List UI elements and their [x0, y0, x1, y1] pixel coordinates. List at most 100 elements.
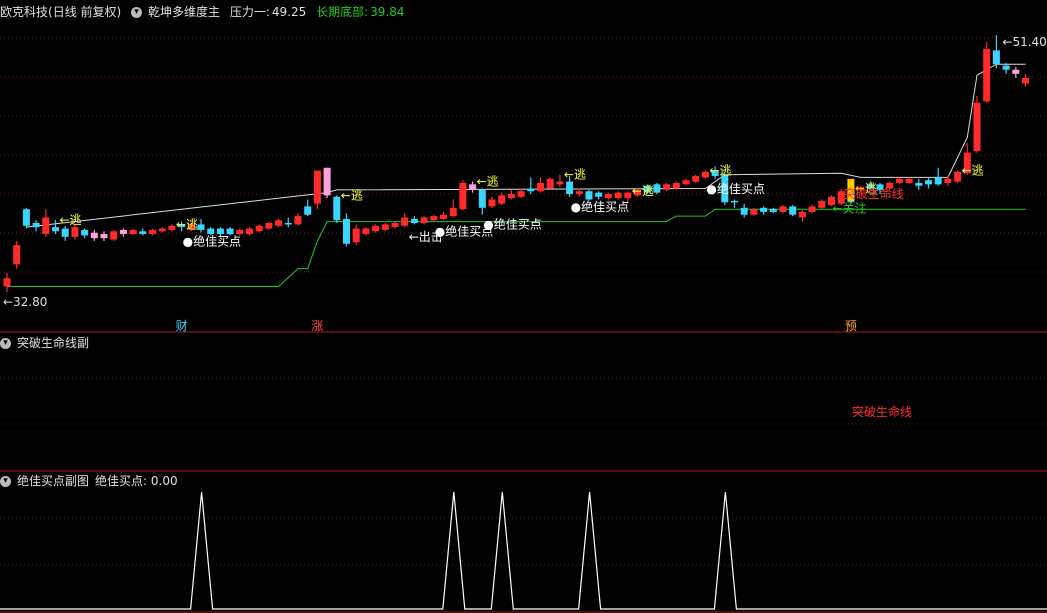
candle-body: [52, 227, 59, 232]
candle-body: [304, 206, 312, 215]
candle-body: [905, 178, 913, 183]
candle-body: [226, 228, 234, 235]
candle-body: [556, 181, 564, 185]
candle-body: [71, 227, 79, 237]
event-badge: 预: [845, 319, 857, 333]
candle-body: [769, 209, 777, 212]
candle-body: [585, 191, 593, 200]
candle-body: [401, 217, 409, 226]
pressure-value: 49.25: [271, 5, 307, 19]
candle-body: [420, 217, 428, 223]
sub2-title[interactable]: 绝佳买点副图: [17, 474, 89, 488]
sub1-signal-label: 突破生命线: [852, 404, 912, 419]
candle-body: [469, 184, 477, 190]
candle-body: [527, 188, 535, 192]
candle-body: [779, 206, 787, 212]
candle-body: [158, 228, 166, 232]
candle-body: [381, 224, 389, 230]
candle-body: [61, 228, 69, 237]
sub2-value: 绝佳买点: 0.00: [95, 474, 178, 488]
candle-body: [265, 223, 273, 229]
attention-marker: ←关注: [833, 200, 867, 215]
candle-body: [362, 228, 370, 235]
candle-body: [731, 200, 738, 203]
escape-marker: ←逃: [709, 164, 731, 178]
candle-body: [391, 223, 399, 228]
indicator-name[interactable]: 乾坤多维度主: [148, 5, 220, 19]
candle-body: [313, 170, 321, 204]
event-badge: 涨: [311, 318, 323, 333]
candle-body: [740, 207, 748, 215]
candle-body: [255, 225, 263, 232]
candle-body: [100, 234, 108, 239]
bottom-value: 39.84: [370, 5, 405, 19]
candle-body: [944, 178, 952, 183]
candle-body: [973, 102, 981, 152]
escape-marker: ←逃: [962, 164, 984, 178]
candle-body: [507, 194, 515, 199]
bottom-label: 长期底部:: [316, 5, 369, 19]
candle-body: [275, 220, 283, 226]
candle-body: [682, 180, 690, 185]
escape-marker: ←逃: [632, 184, 654, 198]
candle-body: [3, 278, 11, 287]
sub2-header: ▾ 绝佳买点副图 绝佳买点: 0.00: [0, 472, 184, 490]
escape-marker: ←逃: [60, 213, 82, 227]
sub1-title[interactable]: 突破生命线副: [17, 336, 89, 350]
buy-marker: ●绝佳买点: [483, 217, 541, 232]
sub1-header: ▾ 突破生命线副: [0, 334, 95, 352]
candle-body: [119, 229, 127, 235]
candle-body: [818, 200, 826, 208]
candle-body: [517, 191, 525, 197]
period-label[interactable]: (日线 前复权): [48, 5, 121, 19]
candle-body: [915, 182, 923, 186]
candle-body: [604, 194, 612, 199]
candle-body: [81, 229, 89, 236]
candle-body: [808, 206, 816, 212]
candle-body: [42, 217, 50, 235]
stock-name[interactable]: 欧克科技: [0, 5, 48, 19]
candle-body: [983, 49, 991, 102]
candle-body: [333, 196, 341, 221]
buy-marker: ●绝佳买点: [706, 181, 764, 196]
candle-body: [750, 209, 758, 215]
candle-body: [1022, 78, 1029, 84]
candle-body: [352, 228, 360, 243]
candle-body: [925, 180, 932, 185]
candle-body: [537, 182, 544, 192]
candle-body: [216, 228, 224, 235]
candle-body: [954, 171, 962, 182]
escape-marker: ←逃: [564, 168, 586, 182]
candle-body: [624, 192, 632, 199]
candle-body: [430, 216, 438, 221]
buy-marker: ●绝佳买点: [183, 233, 241, 248]
candle-body: [246, 228, 253, 235]
candle-body: [934, 177, 942, 185]
candle-body: [895, 178, 903, 183]
main-header: 欧克科技(日线 前复权) ▾ 乾坤多维度主 压力一: 49.25 长期底部: 39.8…: [0, 3, 411, 21]
candle-body: [546, 178, 554, 189]
candle-body: [129, 229, 137, 235]
candle-body: [488, 199, 496, 207]
candle-body: [207, 228, 215, 235]
candle-body: [789, 206, 797, 215]
candle-body: [614, 192, 622, 199]
candle-body: [32, 223, 40, 228]
low-price-label: ←32.80: [3, 295, 47, 309]
candle-body: [498, 195, 506, 204]
breakthrough-label: 突破生命线: [844, 186, 904, 201]
candle-body: [13, 245, 21, 265]
candle-body: [992, 50, 1000, 65]
candle-body: [798, 211, 806, 218]
chevron-down-icon[interactable]: ▾: [0, 476, 11, 487]
candle-body: [343, 218, 350, 244]
pressure-label: 压力一:: [229, 5, 270, 19]
chevron-down-icon[interactable]: ▾: [0, 338, 11, 349]
chevron-down-icon[interactable]: ▾: [131, 7, 143, 18]
candle-body: [760, 207, 768, 212]
candle-body: [575, 191, 583, 194]
high-price-label: ←51.40: [1002, 35, 1046, 49]
candle-body: [294, 216, 302, 225]
buy-marker: ●绝佳买点: [571, 199, 629, 214]
buy-signal-line: [0, 491, 1047, 610]
